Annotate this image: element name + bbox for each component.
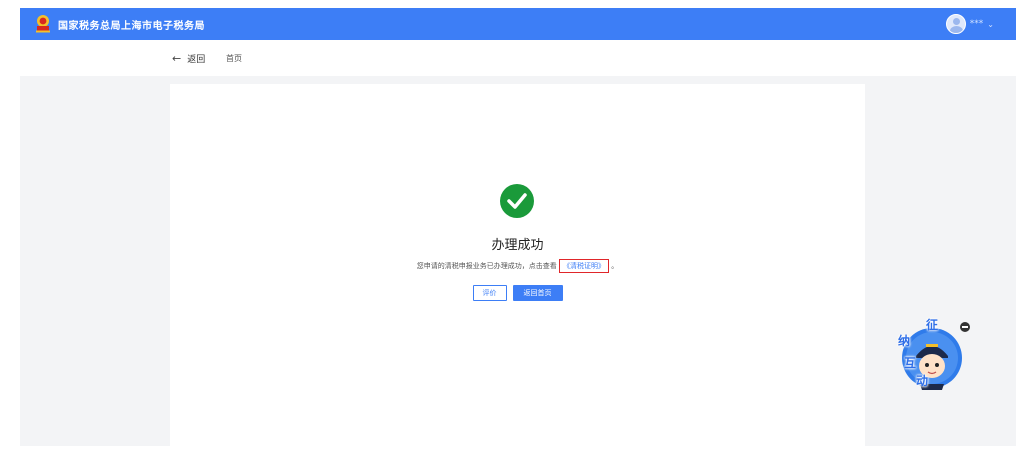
clearance-certificate-link[interactable]: 《清税证明》 — [559, 259, 609, 273]
app-frame: 国家税务总局上海市电子税务局 *** ⌄ ← 返回 首页 办理成功 您申请的清税… — [20, 8, 1016, 446]
assistant-char-3: 互 — [904, 356, 917, 370]
evaluate-button[interactable]: 评价 — [472, 285, 507, 301]
back-label: 返回 — [187, 55, 206, 65]
tax-emblem-icon — [36, 15, 50, 33]
back-button[interactable]: ← 返回 — [172, 52, 205, 65]
site-title[interactable]: 国家税务总局上海市电子税务局 — [58, 17, 205, 32]
result-description: 您申请的清税申报业务已办理成功，点击查看 《清税证明》 。 — [170, 259, 865, 273]
close-icon[interactable] — [960, 322, 970, 332]
result-description-suffix: 。 — [611, 262, 619, 270]
result-card: 办理成功 您申请的清税申报业务已办理成功，点击查看 《清税证明》 。 评价 返回… — [170, 84, 865, 446]
check-circle-icon — [500, 184, 534, 218]
chevron-down-icon: ⌄ — [987, 19, 994, 29]
assistant-char-1: 征 — [926, 318, 939, 332]
result-title: 办理成功 — [491, 238, 544, 253]
action-buttons: 评价 返回首页 — [170, 285, 865, 301]
assistant-char-2: 纳 — [898, 334, 911, 348]
result-description-text: 您申请的清税申报业务已办理成功，点击查看 — [416, 262, 557, 270]
assistant-char-4: 动 — [916, 374, 929, 388]
tax-officer-mascot-icon[interactable]: 征 纳 互 动 — [882, 314, 964, 394]
sub-navigation-bar: ← 返回 首页 — [20, 40, 1016, 76]
user-menu[interactable]: *** ⌄ — [945, 14, 994, 34]
avatar[interactable] — [945, 14, 966, 34]
breadcrumb-home[interactable]: 首页 — [226, 53, 242, 64]
top-header-bar: 国家税务总局上海市电子税务局 *** ⌄ — [20, 8, 1016, 40]
username: *** — [969, 19, 984, 29]
return-home-button[interactable]: 返回首页 — [512, 285, 563, 301]
arrow-left-icon: ← — [172, 52, 182, 65]
